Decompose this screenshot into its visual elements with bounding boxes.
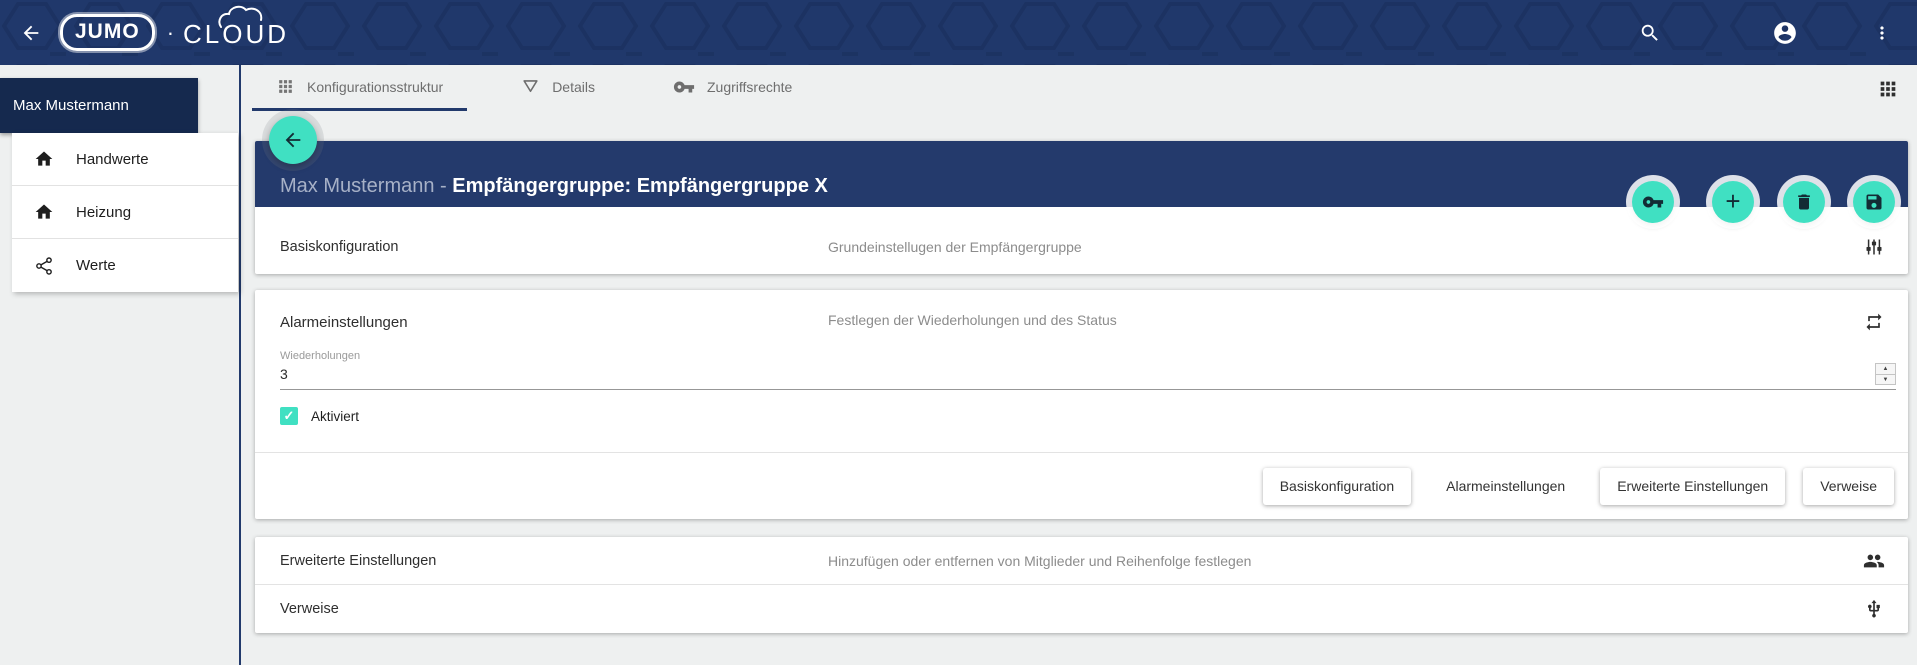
sidebar-item-handwerte[interactable]: Handwerte (12, 133, 238, 186)
delete-fab[interactable] (1783, 181, 1825, 223)
verweise-button[interactable]: Verweise (1803, 468, 1894, 505)
sidebar-divider (239, 65, 241, 665)
sidebar-header-max-mustermann[interactable]: Max Mustermann (0, 78, 198, 133)
floppy-disk-icon (1864, 192, 1884, 212)
sidebar-item-werte[interactable]: Werte (12, 239, 238, 292)
row-alarmeinstellungen[interactable]: Alarmeinstellungen Festlegen der Wiederh… (255, 290, 1908, 346)
home-icon (34, 149, 54, 169)
plus-icon: + (1725, 188, 1740, 214)
key-icon (673, 76, 695, 98)
save-fab[interactable] (1853, 181, 1895, 223)
app-root: JUMO · CLOUD Max Mustermann (0, 0, 1917, 665)
row-description: Festlegen der Wiederholungen und des Sta… (828, 312, 1117, 328)
funnel-icon (521, 77, 540, 96)
grid-icon (276, 77, 295, 96)
top-navbar: JUMO · CLOUD (0, 0, 1917, 65)
alarmeinstellungen-button[interactable]: Alarmeinstellungen (1429, 468, 1582, 505)
wiederholungen-input[interactable] (280, 366, 1815, 382)
row-description: Grundeinstellugen der Empfängergruppe (828, 239, 1082, 255)
account-icon[interactable] (1768, 16, 1802, 50)
page-title: Max Mustermann - Empfängergruppe: Empfän… (280, 175, 828, 198)
spinner-down-icon[interactable]: ▼ (1875, 374, 1896, 385)
tab-label: Zugriffsrechte (707, 79, 792, 95)
aktiviert-checkbox[interactable]: ✓ (280, 407, 298, 425)
tab-konfigurationsstruktur[interactable]: Konfigurationsstruktur (252, 65, 467, 111)
repeat-icon (1862, 310, 1886, 334)
row-title: Alarmeinstellungen (280, 314, 408, 331)
usb-icon (1862, 597, 1886, 621)
jumo-logo: JUMO (60, 14, 155, 51)
trash-icon (1794, 192, 1814, 212)
field-label: Wiederholungen (280, 350, 1896, 362)
spinner-up-icon[interactable]: ▲ (1875, 363, 1896, 374)
checkbox-label: Aktiviert (311, 409, 359, 424)
number-spinner[interactable]: ▲ ▼ (1875, 363, 1896, 385)
tab-bar: Konfigurationsstruktur Details Zugriffsr… (242, 65, 1917, 111)
sidebar-item-label: Werte (76, 257, 116, 274)
search-icon[interactable] (1633, 16, 1667, 50)
home-icon (34, 202, 54, 222)
page-title-strong: Empfängergruppe: Empfängergruppe X (452, 175, 828, 197)
row-erweiterte-einstellungen[interactable]: Erweiterte Einstellungen Hinzufügen oder… (255, 537, 1908, 585)
sidebar-item-label: Handwerte (76, 151, 149, 168)
row-title: Erweiterte Einstellungen (280, 553, 436, 569)
tab-label: Details (552, 79, 595, 95)
share-icon (34, 256, 54, 276)
tab-label: Konfigurationsstruktur (307, 79, 443, 95)
navbar-back-button[interactable] (14, 16, 48, 50)
navbar-actions (1617, 0, 1917, 65)
tune-sliders-icon (1862, 235, 1886, 259)
people-group-icon (1862, 549, 1886, 573)
detail-back-button[interactable] (269, 116, 317, 164)
row-description: Hinzufügen oder entfernen von Mitglieder… (828, 553, 1251, 569)
sidebar-item-label: Heizung (76, 204, 131, 221)
sidebar-tree: Handwerte Heizung Werte (12, 133, 238, 292)
add-fab[interactable]: + (1712, 181, 1754, 223)
brand-logo: JUMO · CLOUD (60, 14, 289, 51)
tab-details[interactable]: Details (497, 65, 619, 111)
erweiterte-einstellungen-button[interactable]: Erweiterte Einstellungen (1600, 468, 1785, 505)
more-sections-card: Erweiterte Einstellungen Hinzufügen oder… (255, 537, 1908, 633)
row-title: Verweise (280, 601, 339, 617)
key-icon (1642, 191, 1664, 213)
aktiviert-row: ✓ Aktiviert (280, 407, 1908, 425)
row-title: Basiskonfiguration (280, 239, 399, 255)
alarm-settings-card: Alarmeinstellungen Festlegen der Wiederh… (255, 290, 1908, 519)
basiskonfiguration-button[interactable]: Basiskonfiguration (1263, 468, 1411, 505)
sidebar-item-heizung[interactable]: Heizung (12, 186, 238, 239)
wiederholungen-field: Wiederholungen ▲ ▼ (280, 350, 1896, 390)
row-verweise[interactable]: Verweise (255, 585, 1908, 633)
kebab-menu-icon[interactable] (1865, 16, 1899, 50)
layout-grid-icon[interactable] (1875, 76, 1901, 102)
breadcrumb: Max Mustermann - (280, 175, 452, 197)
tab-zugriffsrechte[interactable]: Zugriffsrechte (649, 65, 816, 111)
permissions-fab[interactable] (1632, 181, 1674, 223)
cloud-icon (215, 3, 275, 29)
brand-separator: · (167, 20, 174, 46)
section-nav-buttons: Basiskonfiguration Alarmeinstellungen Er… (255, 452, 1908, 519)
cloud-wordmark: CLOUD (183, 19, 289, 50)
arrow-left-icon (20, 22, 42, 44)
arrow-left-icon (282, 129, 304, 151)
